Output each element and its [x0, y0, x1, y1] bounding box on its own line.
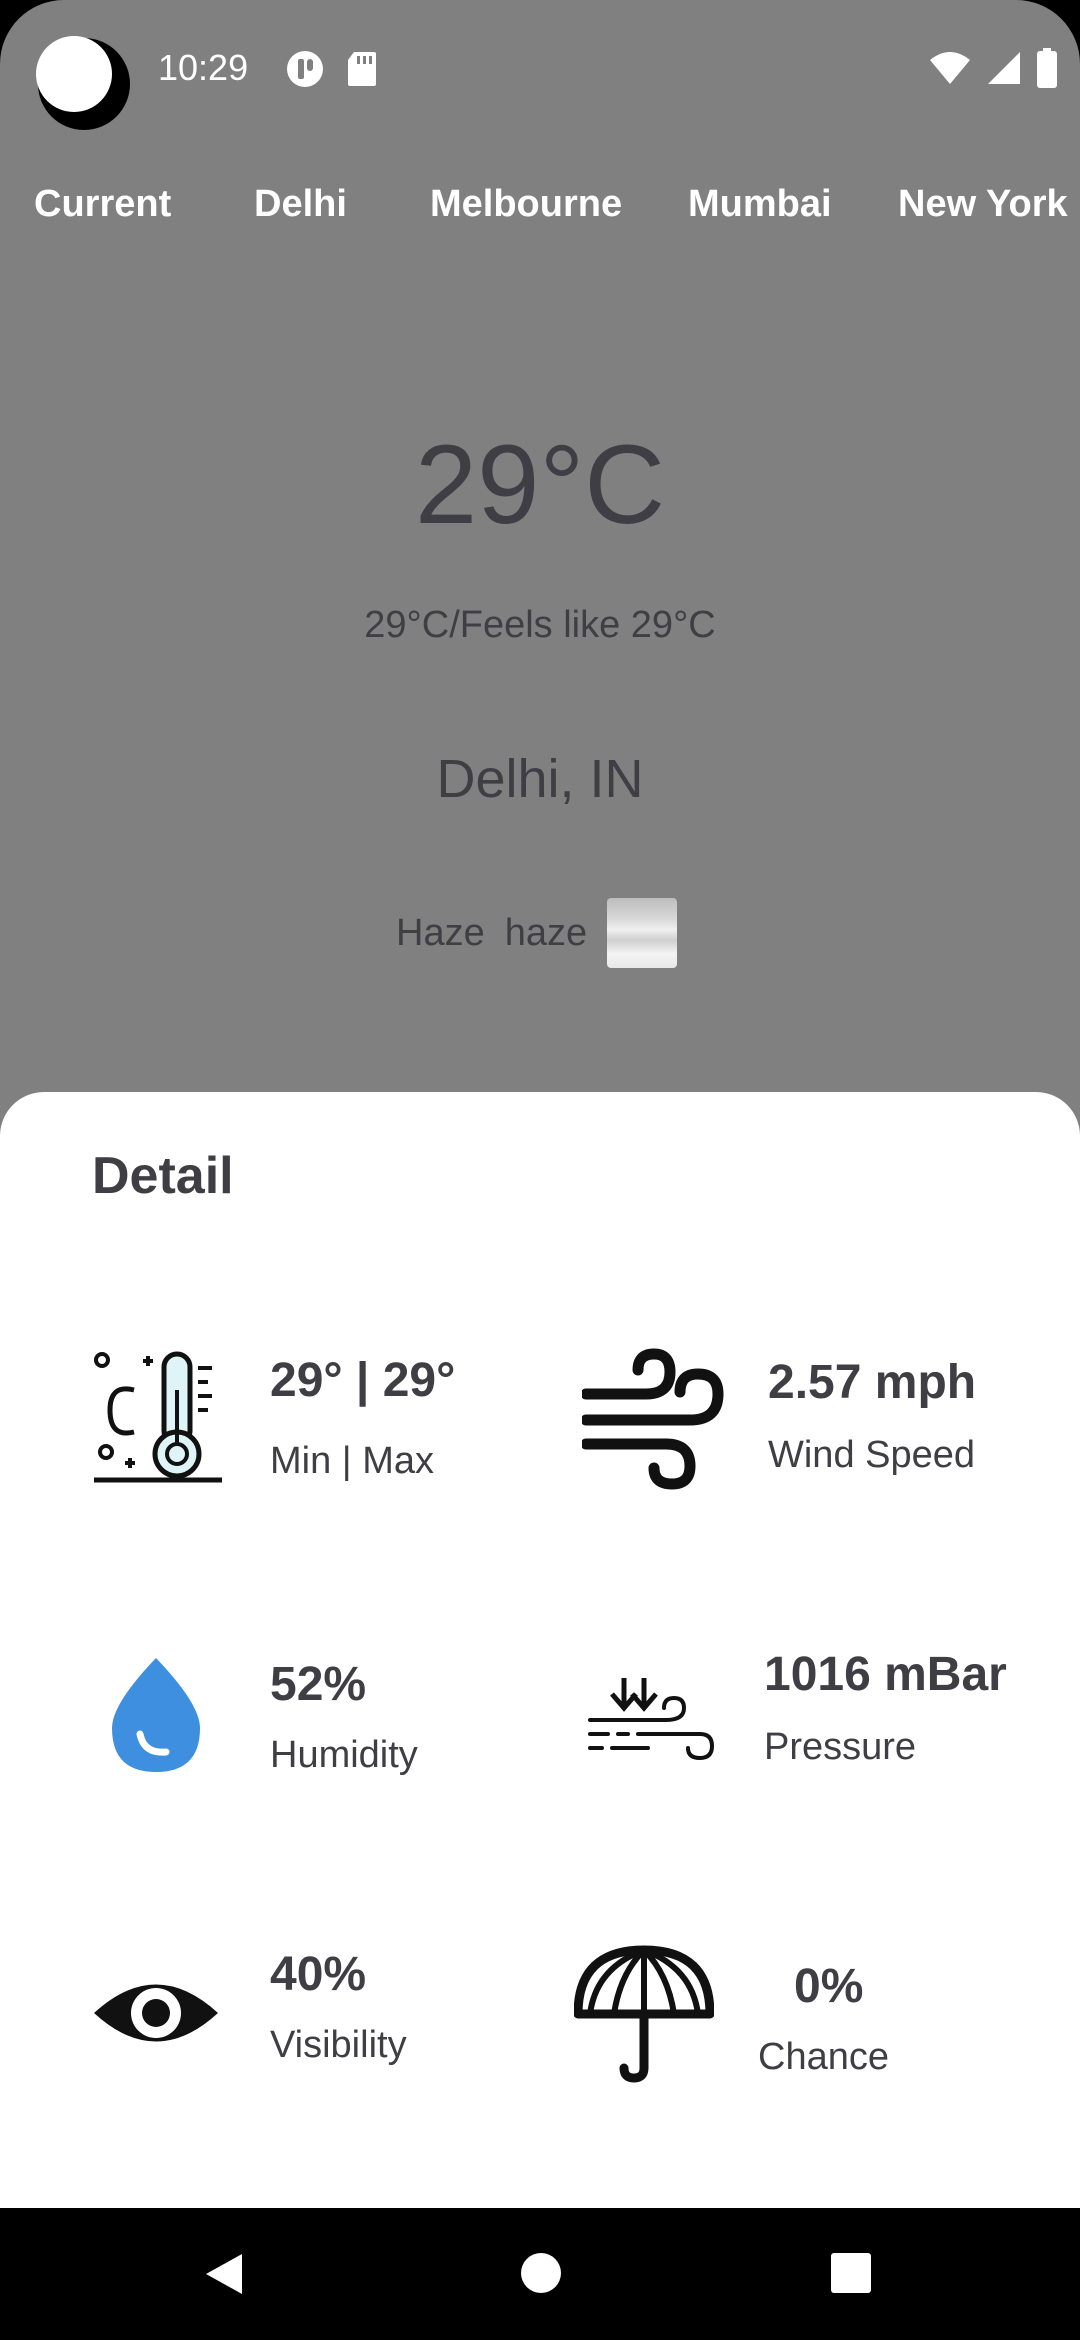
home-icon[interactable] — [520, 2252, 562, 2294]
detail-sheet: Detail 29° | 29° Min | Max 2.57 mph Wind… — [0, 1092, 1080, 2208]
status-bar: 10:29 — [0, 0, 1080, 140]
pressure-label: Pressure — [764, 1726, 917, 1768]
pressure-icon — [588, 1678, 715, 1760]
water-drop-icon — [112, 1658, 200, 1772]
wind-speed-value: 2.57 mph — [768, 1356, 977, 1409]
tab-delhi[interactable]: Delhi — [254, 176, 347, 232]
wifi-icon — [930, 52, 970, 84]
condition-row: Haze haze — [396, 898, 678, 968]
tab-melbourne[interactable]: Melbourne — [430, 176, 622, 232]
eye-icon — [94, 1984, 218, 2042]
thermometer-icon — [94, 1351, 222, 1483]
back-icon[interactable] — [204, 2252, 244, 2296]
visibility-value: 40% — [270, 1948, 367, 2001]
chance-label: Chance — [758, 2036, 889, 2078]
feels-like-text: 29°C/Feels like 29°C — [364, 604, 716, 646]
weather-screen: 10:29 Current Delhi Melbourne Mumbai New… — [0, 0, 1080, 2340]
status-time: 10:29 — [158, 47, 249, 88]
min-max-value: 29° | 29° — [270, 1354, 456, 1407]
sd-card-icon — [348, 52, 376, 86]
moon-avatar-icon — [36, 36, 130, 130]
signal-icon — [988, 52, 1020, 84]
wind-icon — [582, 1348, 724, 1490]
umbrella-icon — [574, 1945, 714, 2083]
visibility-label: Visibility — [270, 2024, 407, 2066]
city-tabs: Current Delhi Melbourne Mumbai New York — [0, 176, 1080, 236]
app-notification-icon — [287, 51, 323, 87]
haze-icon — [607, 898, 678, 968]
status-icons-left — [286, 50, 378, 88]
humidity-label: Humidity — [270, 1734, 418, 1776]
location-name: Delhi, IN — [436, 749, 644, 809]
tab-new-york[interactable]: New York — [898, 176, 1068, 232]
min-max-label: Min | Max — [270, 1440, 435, 1482]
recents-icon[interactable] — [830, 2252, 872, 2294]
condition-main: Haze — [396, 911, 485, 954]
tab-current[interactable]: Current — [34, 176, 171, 232]
condition-description: haze — [504, 911, 588, 954]
humidity-value: 52% — [270, 1658, 367, 1711]
chance-value: 0% — [794, 1960, 864, 2013]
status-icons-right — [928, 48, 1058, 88]
current-temperature: 29°C — [414, 422, 666, 547]
wind-speed-label: Wind Speed — [768, 1434, 976, 1476]
battery-icon — [1037, 48, 1057, 88]
detail-title: Detail — [92, 1147, 234, 1205]
pressure-value: 1016 mBar — [764, 1648, 1007, 1701]
tab-mumbai[interactable]: Mumbai — [688, 176, 832, 232]
navigation-bar — [0, 2208, 1080, 2340]
